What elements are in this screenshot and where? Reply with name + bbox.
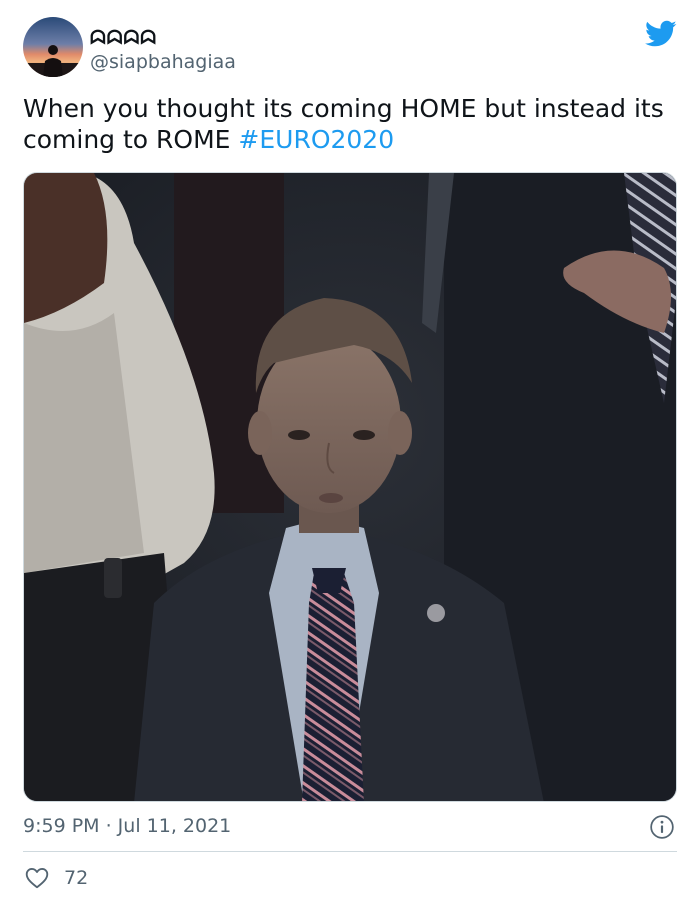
- like-count: 72: [64, 867, 89, 889]
- info-icon[interactable]: [649, 814, 675, 840]
- tweet-card: ᗣᗣᗣᗣ @siapbahagiaa When you thought its …: [0, 0, 700, 905]
- twitter-bird-icon[interactable]: [645, 20, 677, 48]
- tweet-text: When you thought its coming HOME but ins…: [23, 93, 683, 155]
- author-handle[interactable]: @siapbahagiaa: [90, 51, 236, 73]
- avatar[interactable]: [23, 17, 83, 77]
- divider: [23, 851, 677, 852]
- tweet-photo[interactable]: [23, 172, 677, 802]
- author-display-name[interactable]: ᗣᗣᗣᗣ: [90, 27, 157, 49]
- avatar-image: [23, 17, 83, 77]
- photo-image: [24, 173, 676, 801]
- hashtag-link[interactable]: #EURO2020: [238, 125, 394, 154]
- heart-icon: [25, 867, 49, 889]
- tweet-timestamp[interactable]: 9:59 PM · Jul 11, 2021: [23, 814, 231, 838]
- like-button[interactable]: 72: [24, 864, 88, 892]
